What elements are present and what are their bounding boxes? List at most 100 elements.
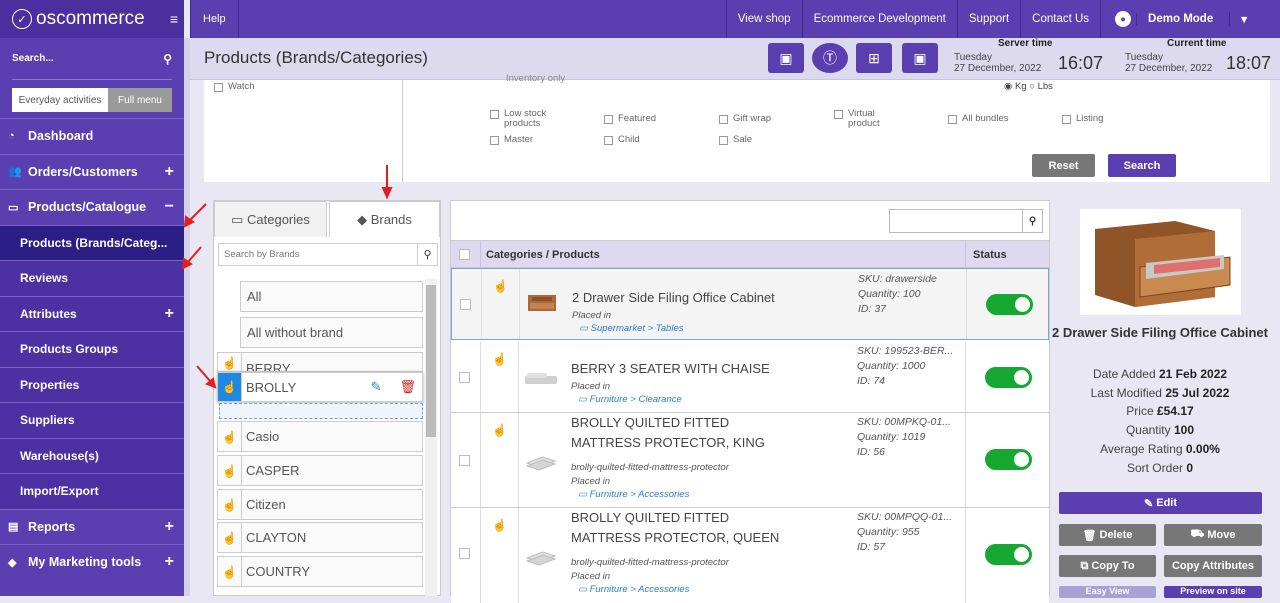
sidebar-item-products-catalogue[interactable]: ▭ Products/Catalogue − [0, 189, 184, 225]
select-all-checkbox[interactable] [459, 249, 470, 260]
add-product-button[interactable]: ▣ [902, 43, 938, 73]
sidebar-item-reports[interactable]: ▤ Reports + [0, 508, 184, 545]
brand-item[interactable]: ☝ Citizen [217, 489, 423, 520]
ecommerce-dev-link[interactable]: Ecommerce Development [801, 0, 957, 38]
brand-item[interactable]: ☝ BERRY [217, 352, 423, 372]
search-icon[interactable]: ⚲ [1022, 210, 1042, 232]
all-bundles-checkbox[interactable]: All bundles [948, 114, 1008, 124]
view-shop-link[interactable]: View shop [725, 0, 802, 38]
category-path[interactable]: ▭ Furniture > Accessories [578, 489, 689, 500]
master-checkbox[interactable]: Master [490, 135, 533, 145]
copy-to-button[interactable]: ⧉ Copy To [1059, 555, 1156, 577]
radio-kg[interactable]: ◉ Kg [1004, 82, 1027, 92]
sidebar-item-import-export[interactable]: Import/Export [0, 473, 184, 509]
save-product-button[interactable]: ▣ [768, 43, 804, 73]
sidebar-search[interactable]: Search... ⚲ [12, 38, 172, 80]
sidebar-item-dashboard[interactable]: ◔ Dashboard [0, 118, 184, 154]
sidebar-item-marketing[interactable]: ◆ My Marketing tools + [0, 544, 184, 580]
help-link[interactable]: Help [191, 0, 239, 38]
child-checkbox[interactable]: Child [604, 135, 640, 145]
contact-link[interactable]: Contact Us [1020, 0, 1100, 38]
drag-handle-icon[interactable]: ☝ [218, 456, 242, 485]
search-icon[interactable]: ⚲ [417, 244, 437, 265]
drag-handle-icon[interactable]: ☝ [492, 423, 507, 437]
menu-toggle-icon[interactable]: ≡ [170, 11, 178, 27]
reset-button[interactable]: Reset [1032, 154, 1095, 177]
brands-scrollbar[interactable] [425, 279, 437, 596]
status-toggle[interactable] [986, 294, 1033, 315]
brand-item[interactable]: ☝ CLAYTON [217, 522, 423, 553]
table-row[interactable]: ☝ BROLLY QUILTED FITTED MATTRESS PROTECT… [451, 508, 1049, 603]
watch-checkbox[interactable]: Watch [214, 82, 255, 92]
sidebar-item-reviews[interactable]: Reviews [0, 260, 184, 296]
drag-handle-icon[interactable]: ☝ [218, 557, 242, 586]
expand-plus-icon[interactable]: + [165, 163, 174, 181]
drag-handle-icon[interactable]: ☝ [492, 352, 507, 366]
table-row[interactable]: ☝ 2 Drawer Side Filing Office Cabinet Pl… [451, 268, 1049, 340]
easy-view-button[interactable]: Easy View [1059, 586, 1156, 598]
table-row[interactable]: ☝ BERRY 3 SEATER WITH CHAISE Placed in ▭… [451, 342, 1049, 413]
sidebar-scrollbar[interactable] [184, 38, 190, 596]
edit-pencil-icon[interactable]: ✎ [371, 379, 382, 395]
trademark-button[interactable]: Ⓣ [812, 43, 848, 73]
product-name[interactable]: BERRY 3 SEATER WITH CHAISE [571, 359, 801, 379]
expand-plus-icon[interactable]: + [165, 553, 174, 571]
drag-handle-icon[interactable]: ☝ [218, 523, 242, 552]
featured-checkbox[interactable]: Featured [604, 114, 656, 124]
row-checkbox[interactable] [459, 548, 470, 559]
tab-brands[interactable]: ◆ Brands [329, 201, 440, 237]
brand-item-all[interactable]: All [240, 281, 423, 312]
add-category-button[interactable]: ⊞ [856, 43, 892, 73]
radio-lbs[interactable]: ○ Lbs [1029, 82, 1053, 92]
tab-everyday-activities[interactable]: Everyday activities [12, 88, 108, 112]
brand-search-input[interactable]: Search by Brands ⚲ [218, 243, 438, 266]
status-toggle[interactable] [985, 449, 1032, 470]
row-checkbox[interactable] [460, 299, 471, 310]
copy-attributes-button[interactable]: Copy Attributes [1164, 555, 1262, 577]
brand-item-dragging[interactable]: ☝ BROLLY ✎ 🗑 [217, 372, 423, 402]
weight-unit-radio[interactable]: ◉ Kg ○ Lbs [1004, 82, 1053, 92]
sidebar-item-products-groups[interactable]: Products Groups [0, 331, 184, 367]
product-name[interactable]: BROLLY QUILTED FITTED MATTRESS PROTECTOR… [571, 508, 801, 548]
drag-handle-icon[interactable]: ☝ [218, 373, 242, 401]
support-link[interactable]: Support [956, 0, 1020, 38]
brand-item[interactable]: ☝ COUNTRY [217, 556, 423, 587]
user-menu[interactable]: ● Demo Mode ▾ [1100, 0, 1280, 38]
sale-checkbox[interactable]: Sale [719, 135, 752, 145]
drag-handle-icon[interactable]: ☝ [218, 353, 242, 371]
listing-checkbox[interactable]: Listing [1062, 114, 1103, 124]
table-row[interactable]: ☝ BROLLY QUILTED FITTED MATTRESS PROTECT… [451, 413, 1049, 508]
tab-full-menu[interactable]: Full menu [108, 88, 172, 112]
product-name[interactable]: BROLLY QUILTED FITTED MATTRESS PROTECTOR… [571, 413, 801, 453]
brand-item-all-without-brand[interactable]: All without brand [240, 317, 423, 348]
category-path[interactable]: ▭ Supermarket > Tables [579, 323, 684, 334]
product-name[interactable]: 2 Drawer Side Filing Office Cabinet [572, 288, 802, 308]
search-button[interactable]: Search [1108, 154, 1176, 177]
sidebar-item-orders[interactable]: 👥 Orders/Customers + [0, 153, 184, 190]
gift-wrap-checkbox[interactable]: Gift wrap [719, 114, 771, 124]
sidebar-item-properties[interactable]: Properties [0, 366, 184, 402]
search-icon[interactable]: ⚲ [163, 52, 172, 66]
edit-button[interactable]: ✎ Edit [1059, 492, 1262, 514]
category-path[interactable]: ▭ Furniture > Clearance [578, 394, 682, 405]
brand-item[interactable]: ☝ Casio [217, 421, 423, 452]
sidebar-item-products-brands[interactable]: Products (Brands/Categ... [0, 224, 184, 260]
expand-plus-icon[interactable]: + [165, 305, 174, 323]
delete-trash-icon[interactable]: 🗑 [399, 379, 416, 395]
status-toggle[interactable] [985, 367, 1032, 388]
move-button[interactable]: ⛟ Move [1164, 524, 1262, 546]
status-toggle[interactable] [985, 544, 1032, 565]
product-search-input[interactable]: ⚲ [889, 209, 1043, 233]
sidebar-item-warehouses[interactable]: Warehouse(s) [0, 437, 184, 473]
row-checkbox[interactable] [459, 455, 470, 466]
tab-categories[interactable]: ▭ Categories [214, 201, 327, 237]
low-stock-checkbox[interactable]: Low stock products [490, 109, 570, 129]
delete-button[interactable]: 🗑 Delete [1059, 524, 1156, 546]
drag-handle-icon[interactable]: ☝ [492, 518, 507, 532]
collapse-minus-icon[interactable]: − [165, 198, 174, 216]
drag-handle-icon[interactable]: ☝ [493, 279, 508, 293]
logo[interactable]: ✓ oscommerce ≡ [0, 0, 184, 38]
category-path[interactable]: ▭ Furniture > Accessories [578, 584, 689, 595]
virtual-product-checkbox[interactable]: Virtual product [834, 109, 894, 129]
brand-item[interactable]: ☝ CASPER [217, 455, 423, 486]
